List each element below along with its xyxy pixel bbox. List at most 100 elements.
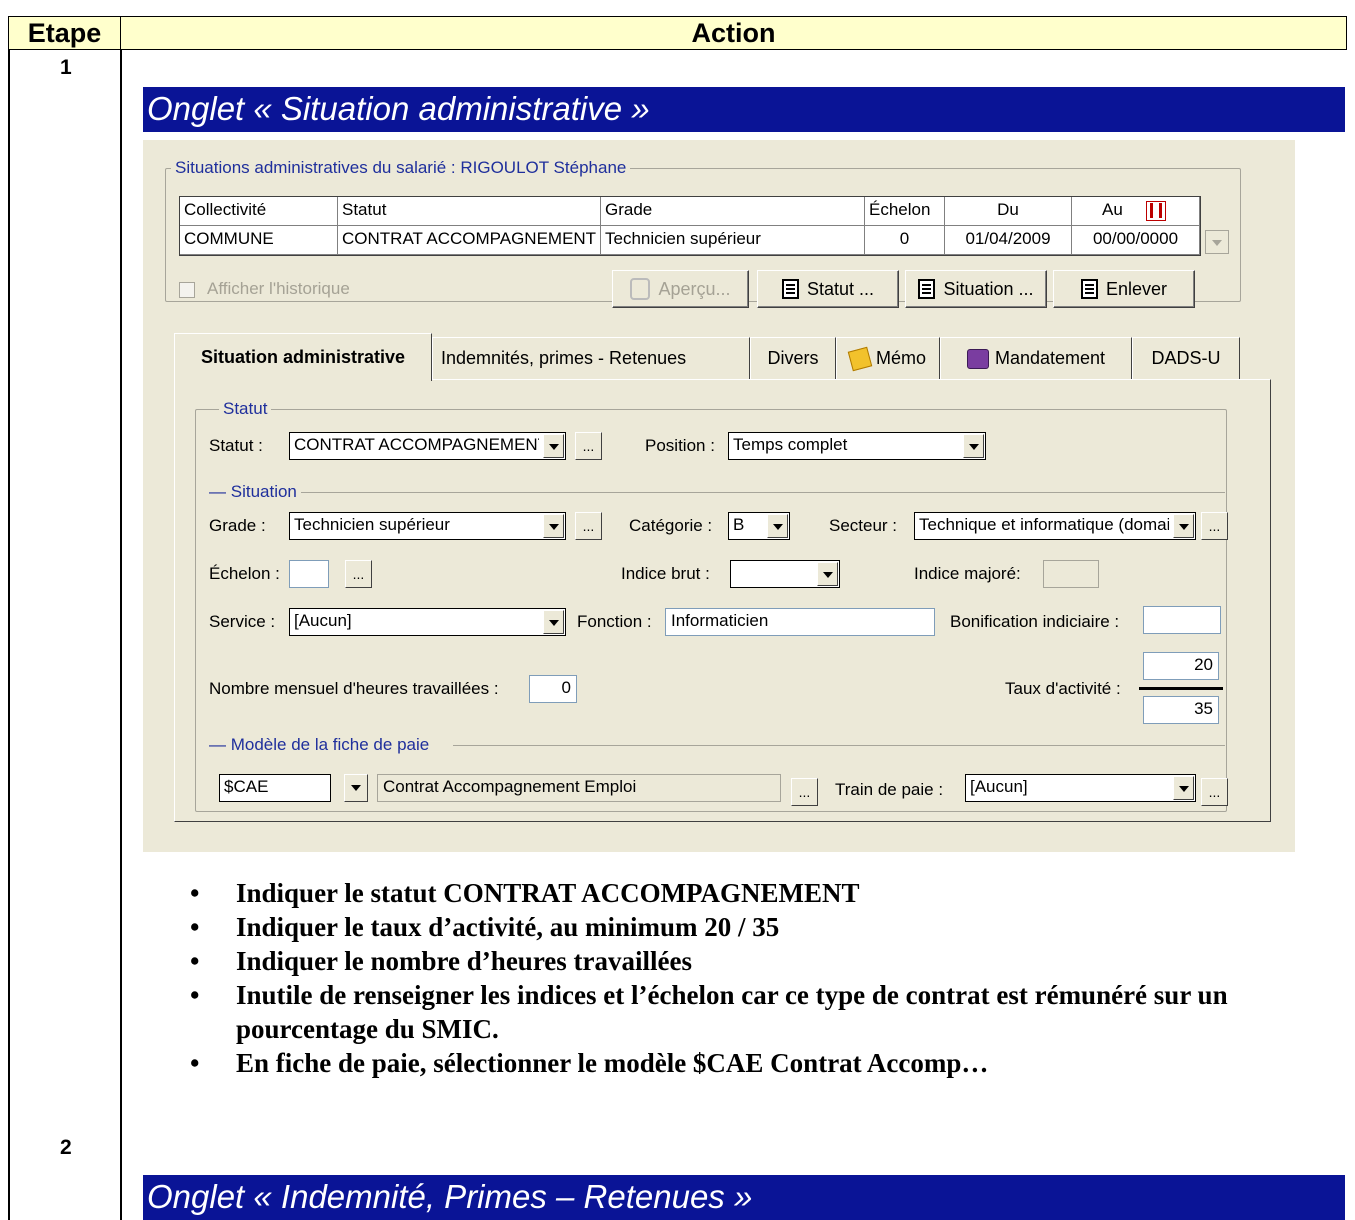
grid-header-row: Collectivité Statut Grade Échelon Du Au	[180, 197, 1200, 226]
indice-majore-label: Indice majoré:	[914, 564, 1021, 583]
grade-select[interactable]: Technicien supérieur	[289, 512, 566, 540]
enlever-button-label: Enlever	[1105, 278, 1168, 299]
indice-majore-field	[1043, 560, 1099, 588]
echelon-label: Échelon :	[209, 564, 280, 583]
train-select[interactable]: [Aucun]	[965, 774, 1196, 802]
categorie-select[interactable]: B	[728, 512, 790, 540]
fonction-label: Fonction :	[577, 612, 652, 631]
position-label: Position :	[645, 436, 715, 455]
grade-select-value: Technicien supérieur	[294, 515, 450, 534]
mandatement-icon	[966, 348, 989, 369]
statut-legend: Statut	[219, 399, 272, 419]
heures-field[interactable]: 0	[529, 675, 577, 703]
tab-divers[interactable]: Divers	[750, 337, 836, 379]
step-number-1: 1	[60, 56, 72, 79]
list-item: Indiquer le statut CONTRAT ACCOMPAGNEMEN…	[190, 876, 1340, 910]
indice-brut-select[interactable]	[730, 560, 840, 588]
section-title-indemnites: Onglet « Indemnité, Primes – Retenues »	[143, 1175, 1345, 1220]
enlever-button[interactable]: Enlever	[1053, 270, 1195, 308]
tab-indemnites[interactable]: Indemnités, primes - Retenues	[432, 337, 750, 379]
modele-browse-button[interactable]: ...	[791, 778, 818, 806]
grid-cell-du: 01/04/2009	[945, 226, 1072, 255]
table-border-left	[8, 50, 10, 1220]
tab-dads-u[interactable]: DADS-U	[1132, 337, 1240, 379]
fraction-bar	[1139, 687, 1223, 690]
list-item: Inutile de renseigner les indices et l’é…	[190, 978, 1340, 1046]
modele-dropdown-button[interactable]	[344, 774, 368, 802]
chevron-down-icon	[963, 434, 984, 458]
train-select-value: [Aucun]	[970, 777, 1028, 796]
situation-legend-text: Situation	[230, 482, 297, 501]
secteur-select[interactable]: Technique et informatique (domaine)	[914, 512, 1196, 540]
taux-numerator-field[interactable]: 20	[1143, 652, 1219, 680]
bonification-field[interactable]	[1143, 606, 1221, 634]
secteur-select-value: Technique et informatique (domaine)	[919, 515, 1169, 534]
chevron-down-icon	[1173, 514, 1194, 538]
train-browse-button[interactable]: ...	[1201, 778, 1228, 806]
grid-col-statut[interactable]: Statut	[338, 197, 601, 226]
grid-col-au[interactable]: Au	[1072, 197, 1200, 226]
step-number-2: 2	[60, 1136, 72, 1159]
statut-select[interactable]: CONTRAT ACCOMPAGNEMENT	[289, 432, 566, 460]
fonction-field[interactable]: Informaticien	[665, 608, 935, 636]
grid-col-grade[interactable]: Grade	[601, 197, 865, 226]
situation-button-label: Situation ...	[943, 278, 1034, 299]
bonification-label: Bonification indiciaire :	[950, 612, 1120, 631]
tab-memo[interactable]: Mémo	[836, 337, 940, 379]
tab-mandatement[interactable]: Mandatement	[940, 337, 1132, 379]
grid-cell-au: 00/00/0000	[1072, 226, 1200, 255]
echelon-browse-button[interactable]: ...	[345, 560, 372, 588]
grid-scroll-down-button[interactable]	[1205, 230, 1229, 254]
service-select[interactable]: [Aucun]	[289, 608, 566, 636]
modele-code-value: $CAE	[224, 777, 269, 796]
categorie-label: Catégorie :	[629, 516, 713, 535]
grid-col-du[interactable]: Du	[945, 197, 1072, 226]
header-etape: Etape	[8, 16, 121, 50]
app-window: Situations administratives du salarié : …	[143, 140, 1295, 852]
list-item: Indiquer le nombre d’heures travaillées	[190, 944, 1340, 978]
service-select-value: [Aucun]	[294, 611, 352, 630]
situation-button[interactable]: Situation ...	[905, 270, 1047, 308]
situation-legend: — Situation	[209, 482, 297, 501]
statut-button[interactable]: Statut ...	[757, 270, 899, 308]
chevron-down-icon	[543, 514, 564, 538]
statut-browse-button[interactable]: ...	[575, 432, 602, 460]
grid-cell-statut: CONTRAT ACCOMPAGNEMENT	[338, 226, 601, 255]
modele-legend: — Modèle de la fiche de paie	[209, 735, 430, 754]
echelon-field[interactable]	[289, 560, 329, 588]
grade-browse-button[interactable]: ...	[575, 512, 602, 540]
modele-code-field[interactable]: $CAE	[219, 774, 331, 802]
show-history-label: Afficher l'historique	[207, 279, 350, 298]
modele-separator	[453, 745, 1225, 746]
secteur-browse-button[interactable]: ...	[1201, 512, 1228, 540]
situations-group-title: Situations administratives du salarié : …	[171, 158, 631, 178]
list-item: En fiche de paie, sélectionner le modèle…	[190, 1046, 1340, 1080]
statut-button-label: Statut ...	[806, 278, 875, 299]
grid-col-au-label: Au	[1102, 200, 1123, 219]
position-select[interactable]: Temps complet	[728, 432, 986, 460]
apercu-button[interactable]: Aperçu...	[612, 270, 749, 308]
show-history-checkbox[interactable]	[179, 282, 195, 298]
position-select-value: Temps complet	[733, 435, 848, 454]
tab-situation-administrative[interactable]: Situation administrative	[174, 333, 432, 381]
chevron-down-icon	[1173, 776, 1194, 800]
taux-denominator-field[interactable]: 35	[1143, 696, 1219, 724]
modele-libelle-field: Contrat Accompagnement Emploi	[377, 774, 781, 802]
memo-icon	[847, 346, 873, 371]
secteur-label: Secteur :	[829, 516, 898, 535]
tab-memo-label: Mémo	[875, 348, 926, 368]
document-icon	[1080, 279, 1098, 299]
train-label: Train de paie :	[835, 780, 944, 799]
taux-label: Taux d'activité :	[1005, 679, 1121, 698]
chevron-down-icon	[817, 562, 838, 586]
document-icon	[918, 279, 936, 299]
categorie-select-value: B	[733, 515, 745, 534]
grid-col-collectivite[interactable]: Collectivité	[180, 197, 338, 226]
grid-col-echelon[interactable]: Échelon	[865, 197, 945, 226]
calendar-icon[interactable]	[1145, 200, 1166, 221]
tab-mandatement-label: Mandatement	[994, 348, 1106, 368]
grid-cell-grade: Technicien supérieur	[601, 226, 865, 255]
chevron-down-icon	[543, 434, 564, 458]
situations-grid[interactable]: Collectivité Statut Grade Échelon Du Au …	[179, 196, 1201, 256]
table-row[interactable]: COMMUNE CONTRAT ACCOMPAGNEMENT Technicie…	[180, 226, 1200, 255]
